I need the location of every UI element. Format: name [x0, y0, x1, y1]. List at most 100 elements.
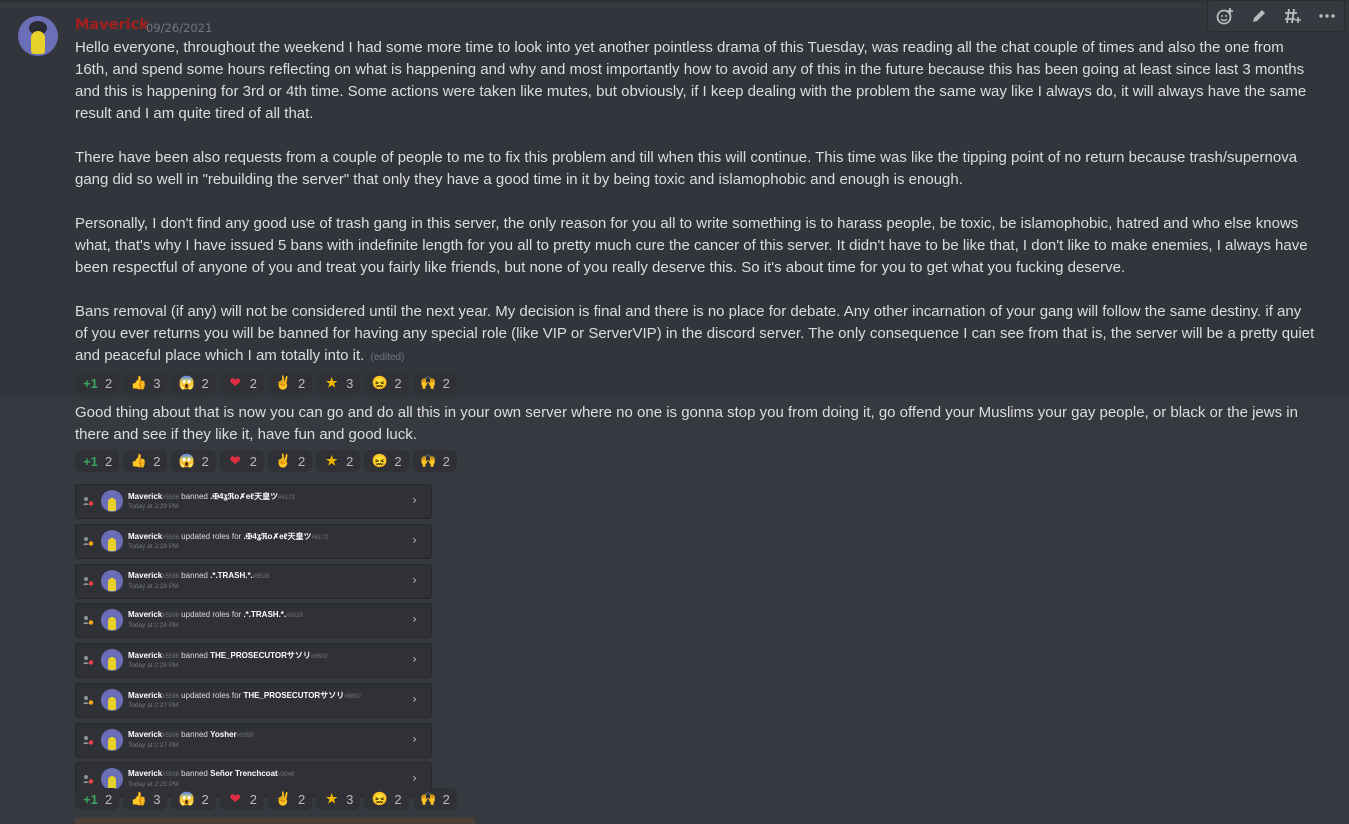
you-tried-star-icon: ★ — [325, 375, 338, 390]
audit-target-tag: #6172 — [278, 495, 295, 501]
reaction-button[interactable]: 🙌 2 — [412, 788, 457, 810]
edit-icon[interactable] — [1245, 3, 1273, 29]
reaction-button[interactable]: ✌ 2 — [267, 372, 313, 394]
plus-one-icon: +1 — [83, 791, 98, 807]
chevron-right-icon: › — [412, 652, 417, 666]
audit-action: banned — [181, 729, 208, 739]
reaction-button[interactable]: 😖 2 — [364, 372, 409, 394]
audit-actor-tag: #5596 — [162, 732, 179, 739]
audit-actor-avatar — [101, 529, 123, 552]
message-paragraph-text: Bans removal (if any) will not be consid… — [75, 303, 1315, 364]
reaction-count: 2 — [297, 791, 306, 807]
audit-entry-text: Maverick#5596 updated roles for .*.TRASH… — [128, 610, 303, 619]
reaction-button[interactable]: 😖 2 — [364, 788, 409, 810]
audit-entry-text: Maverick#5596 updated roles for .✠4ʓℜo✗e… — [128, 531, 328, 542]
next-image-attachment[interactable] — [75, 818, 475, 824]
audit-log-entry: Maverick#5596 banned .*.TRASH.*.#9528 Tod… — [75, 563, 432, 599]
reaction-button[interactable]: 👍 3 — [123, 372, 168, 394]
thumbs-up-character-icon: 👍 — [130, 375, 147, 390]
thumbs-up-character-icon: 👍 — [130, 453, 147, 468]
reactions-bar-3: +1 2 👍 3 😱 2 ❤ 2 ✌ 2 ★ 3 😖 2 🙌 2 — [75, 788, 457, 810]
audit-actor-tag: #5596 — [162, 654, 179, 660]
audit-actor: Maverick — [128, 610, 163, 620]
reaction-button[interactable]: ★ 3 — [316, 372, 361, 394]
audit-target: .*.TRASH.*. — [210, 570, 253, 580]
reaction-count: 2 — [105, 453, 113, 469]
reaction-count: 2 — [105, 375, 113, 391]
reaction-count: 3 — [153, 375, 161, 391]
message-paragraph: There have been also requests from a cou… — [75, 149, 1298, 188]
audit-target: THE_PROSECUTORサソリ — [210, 651, 311, 660]
message-timestamp[interactable]: 09/26/2021 — [146, 21, 212, 35]
reaction-button[interactable]: ❤ 2 — [219, 450, 264, 472]
audit-action: banned — [181, 651, 208, 660]
audit-time: Today at 2:28 PM — [128, 662, 179, 669]
reaction-count: 2 — [394, 791, 402, 807]
victory-hand-icon: ✌ — [275, 791, 292, 806]
reaction-button[interactable]: ❤ 2 — [219, 372, 264, 394]
message-paragraph: Personally, I don't find any good use of… — [75, 215, 1308, 276]
reaction-button[interactable]: ★ 2 — [316, 450, 361, 472]
reaction-button[interactable]: 😱 2 — [171, 450, 216, 472]
audit-action: updated roles for — [181, 690, 242, 700]
audit-log-entry: Maverick#5596 banned Yosher#0959 Today at… — [75, 722, 432, 758]
heart-icon: ❤ — [229, 375, 241, 390]
audit-target-tag: #9528 — [286, 613, 303, 620]
add-reaction-icon[interactable] — [1211, 3, 1239, 29]
reaction-button[interactable]: 👍 2 — [123, 450, 168, 472]
reaction-button[interactable]: +1 2 — [75, 450, 120, 472]
reaction-button[interactable]: 😖 2 — [364, 450, 409, 472]
audit-action: banned — [181, 769, 208, 779]
audit-actor-avatar — [101, 649, 123, 671]
audit-log-entry: Maverick#5596 updated roles for .✠4ʓℜo✗e… — [75, 523, 432, 559]
reaction-button[interactable]: +1 2 — [75, 788, 120, 810]
audit-entry-text: Maverick#5596 banned Yosher#0959 — [128, 730, 253, 739]
reaction-button[interactable]: 🙌 2 — [412, 372, 457, 394]
reaction-button[interactable]: ★ 3 — [316, 788, 361, 810]
audit-action: banned — [181, 570, 208, 580]
victory-hand-icon: ✌ — [275, 375, 292, 390]
reaction-count: 2 — [249, 791, 257, 807]
author-name[interactable]: Maverick — [75, 17, 149, 33]
audit-actor-tag: #5596 — [162, 495, 179, 501]
audit-actor-tag: #5596 — [162, 534, 179, 541]
audit-target: Yosher — [210, 729, 237, 739]
reaction-count: 2 — [346, 453, 354, 469]
audit-time: Today at 2:27 PM — [128, 741, 179, 749]
reaction-button[interactable]: 😱 2 — [171, 788, 216, 810]
audit-log-entry: Maverick#5596 updated roles for THE_PROS… — [75, 682, 432, 718]
reaction-count: 2 — [201, 453, 209, 469]
create-thread-icon[interactable] — [1279, 3, 1307, 29]
reaction-button[interactable]: 👍 3 — [123, 788, 168, 810]
chevron-right-icon: › — [412, 612, 417, 627]
author-avatar[interactable] — [18, 16, 58, 56]
heart-icon: ❤ — [229, 791, 241, 806]
audit-log-entry: Maverick#5596 banned .✠4ʓℜo✗eℓ天皇ツ#6172 To… — [75, 484, 432, 519]
reaction-count: 3 — [346, 791, 354, 807]
audit-actor-avatar — [101, 490, 123, 512]
audit-actor-avatar — [101, 609, 123, 632]
reaction-count: 2 — [201, 791, 209, 807]
reaction-count: 2 — [297, 375, 306, 391]
chevron-right-icon: › — [412, 771, 417, 786]
reaction-button[interactable]: +1 2 — [75, 372, 120, 394]
audit-log-entry: Maverick#5596 banned THE_PROSECUTORサソリ#8… — [75, 643, 432, 678]
reaction-button[interactable]: 😱 2 — [171, 372, 216, 394]
reaction-button[interactable]: 🙌 2 — [412, 450, 457, 472]
audit-actor-tag: #5596 — [162, 613, 179, 620]
member-ban-icon — [83, 775, 94, 784]
role-update-icon — [83, 536, 94, 546]
audit-target-tag: #0959 — [236, 732, 254, 739]
reaction-count: 3 — [153, 791, 161, 807]
reactions-bar-2: +1 2 👍 2 😱 2 ❤ 2 ✌ 2 ★ 2 😖 2 🙌 2 — [75, 450, 457, 472]
thumbs-up-character-icon: 👍 — [130, 791, 147, 806]
audit-entry-text: Maverick#5596 updated roles for THE_PROS… — [128, 690, 361, 701]
chevron-right-icon: › — [412, 731, 417, 746]
audit-actor: Maverick — [128, 769, 163, 779]
reaction-button[interactable]: ❤ 2 — [219, 788, 264, 810]
reaction-button[interactable]: ✌ 2 — [267, 450, 313, 472]
audit-action: updated roles for — [181, 531, 242, 541]
audit-target-tag: #3046 — [277, 772, 295, 779]
more-icon[interactable] — [1313, 3, 1341, 29]
reaction-button[interactable]: ✌ 2 — [267, 788, 313, 810]
